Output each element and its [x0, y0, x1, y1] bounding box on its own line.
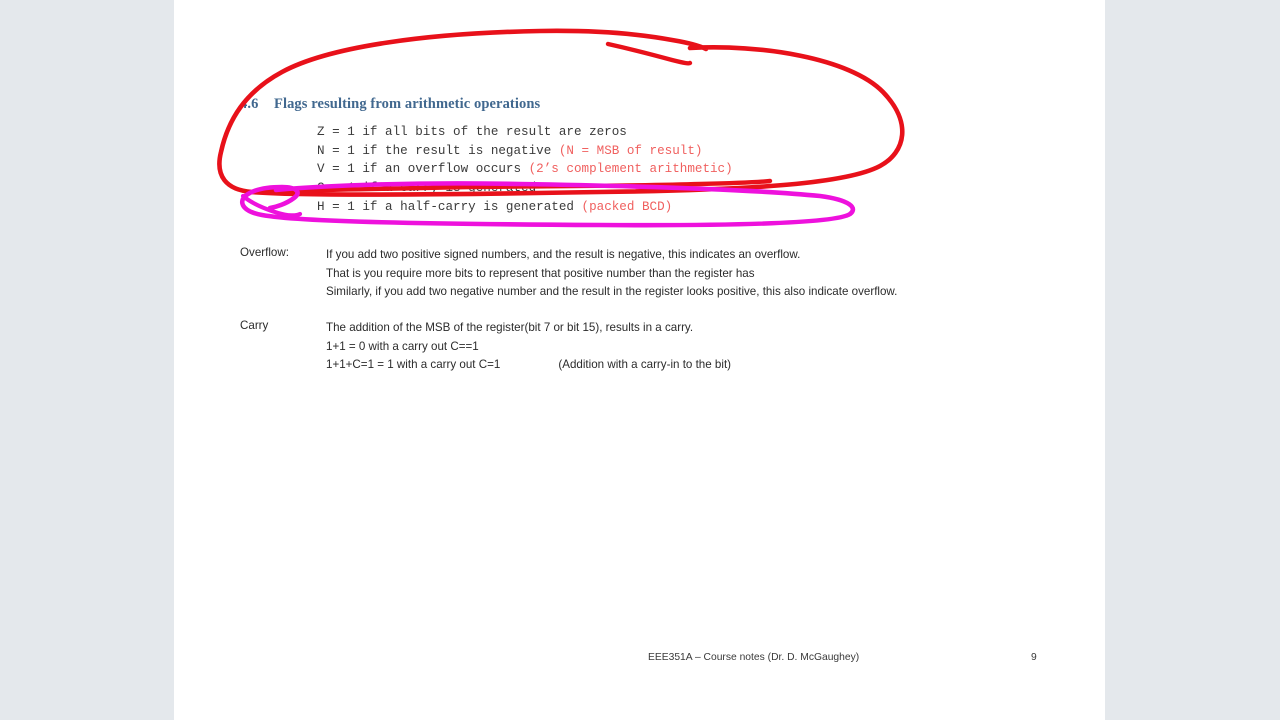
section-number: 4.6	[240, 96, 259, 112]
carry-line-3-main: 1+1+C=1 = 1 with a carry out C=1	[326, 358, 501, 371]
carry-paragraph: The addition of the MSB of the register(…	[326, 319, 731, 375]
overflow-line-3: Similarly, if you add two negative numbe…	[326, 285, 898, 298]
carry-line-3-aside: (Addition with a carry-in to the bit)	[558, 358, 732, 371]
section-title: Flags resulting from arithmetic operatio…	[274, 96, 541, 112]
flag-line-h: H = 1 if a half-carry is generated (pack…	[317, 198, 733, 217]
flag-line-v-main: V = 1 if an overflow occurs	[317, 162, 529, 177]
overflow-label: Overflow:	[240, 246, 289, 259]
slide-page: 4.6 Flags resulting from arithmetic opera…	[174, 0, 1105, 720]
slide-viewer: 4.6 Flags resulting from arithmetic opera…	[0, 0, 1280, 720]
flag-line-c: C = 1 if a carry is generated	[317, 179, 733, 198]
page-title: 4.6 Flags resulting from arithmetic opera…	[240, 96, 540, 113]
overflow-paragraph: If you add two positive signed numbers, …	[326, 246, 897, 302]
carry-line-2: 1+1 = 0 with a carry out C==1	[326, 339, 479, 353]
overflow-line-1: If you add two positive signed numbers, …	[326, 248, 801, 261]
flag-line-n: N = 1 if the result is negative (N = MSB…	[317, 142, 733, 161]
carry-line-1: The addition of the MSB of the register(…	[326, 321, 694, 334]
flag-line-h-main: H = 1 if a half-carry is generated	[317, 199, 582, 214]
flags-code-block: Z = 1 if all bits of the result are zero…	[317, 123, 733, 217]
flag-line-v-note: (2’s complement arithmetic)	[528, 162, 733, 177]
overflow-line-2: That is you require more bits to represe…	[326, 266, 755, 280]
carry-line-3: 1+1+C=1 = 1 with a carry out C=1 (Additio…	[326, 356, 731, 375]
footer-course-note: EEE351A – Course notes (Dr. D. McGaughey…	[648, 652, 860, 663]
footer-page-number: 9	[1031, 652, 1037, 663]
flag-line-n-main: N = 1 if the result is negative	[317, 143, 559, 158]
flag-line-h-note: (packed BCD)	[581, 199, 673, 214]
flag-line-n-note: (N = MSB of result)	[558, 143, 703, 158]
flag-line-c-main: C = 1 if a carry is generated	[317, 181, 537, 196]
flag-line-v: V = 1 if an overflow occurs (2’s complem…	[317, 160, 733, 179]
flag-line-z: Z = 1 if all bits of the result are zero…	[317, 123, 733, 142]
carry-label: Carry	[240, 319, 269, 332]
flag-line-z-main: Z = 1 if all bits of the result are zero…	[317, 125, 627, 139]
